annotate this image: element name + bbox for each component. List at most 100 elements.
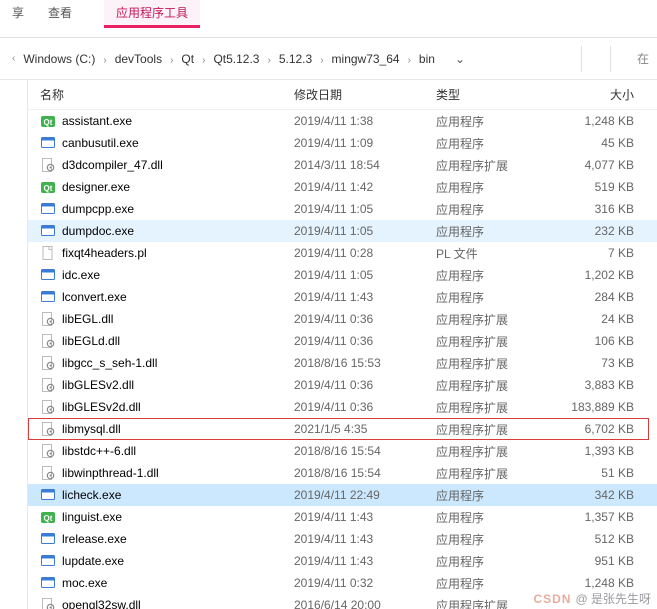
table-row[interactable]: libEGL.dll2019/4/11 0:36应用程序扩展24 KB bbox=[28, 308, 657, 330]
file-date: 2014/3/11 18:54 bbox=[294, 158, 436, 172]
table-row[interactable]: lrelease.exe2019/4/11 1:43应用程序512 KB bbox=[28, 528, 657, 550]
file-type: PL 文件 bbox=[436, 245, 552, 262]
chevron-right-icon: › bbox=[198, 55, 209, 66]
file-type: 应用程序 bbox=[436, 289, 552, 306]
dll-icon bbox=[40, 157, 56, 173]
watermark-author: @ 是张先生呀 bbox=[575, 590, 651, 607]
search-placeholder[interactable]: 在 bbox=[631, 50, 649, 67]
table-row[interactable]: libwinpthread-1.dll2018/8/16 15:54应用程序扩展… bbox=[28, 462, 657, 484]
file-name: licheck.exe bbox=[62, 488, 121, 502]
exe-icon bbox=[40, 553, 56, 569]
qt-green-icon: Qt bbox=[40, 179, 56, 195]
file-size: 519 KB bbox=[552, 180, 648, 194]
nav-tree-gutter bbox=[0, 80, 28, 609]
table-row[interactable]: Qtdesigner.exe2019/4/11 1:42应用程序519 KB bbox=[28, 176, 657, 198]
file-date: 2019/4/11 1:05 bbox=[294, 268, 436, 282]
table-row[interactable]: libgcc_s_seh-1.dll2018/8/16 15:53应用程序扩展7… bbox=[28, 352, 657, 374]
file-size: 24 KB bbox=[552, 312, 648, 326]
file-date: 2019/4/11 1:43 bbox=[294, 532, 436, 546]
file-date: 2018/8/16 15:54 bbox=[294, 466, 436, 480]
qt-green-icon: Qt bbox=[40, 509, 56, 525]
table-row[interactable]: libGLESv2d.dll2019/4/11 0:36应用程序扩展183,88… bbox=[28, 396, 657, 418]
file-size: 1,393 KB bbox=[552, 444, 648, 458]
col-size[interactable]: 大小 bbox=[552, 86, 648, 103]
refresh-icon[interactable] bbox=[590, 48, 602, 70]
file-name: lconvert.exe bbox=[62, 290, 127, 304]
file-size: 232 KB bbox=[552, 224, 648, 238]
dropdown-icon[interactable]: ⌄ bbox=[447, 52, 473, 66]
file-name: libstdc++-6.dll bbox=[62, 444, 136, 458]
file-type: 应用程序 bbox=[436, 575, 552, 592]
table-row[interactable]: dumpdoc.exe2019/4/11 1:05应用程序232 KB bbox=[28, 220, 657, 242]
table-row[interactable]: libEGLd.dll2019/4/11 0:36应用程序扩展106 KB bbox=[28, 330, 657, 352]
file-name: designer.exe bbox=[62, 180, 130, 194]
file-name: libEGL.dll bbox=[62, 312, 113, 326]
col-date[interactable]: 修改日期 bbox=[294, 86, 436, 103]
breadcrumb-item[interactable]: mingw73_64 bbox=[328, 50, 404, 68]
file-size: 512 KB bbox=[552, 532, 648, 546]
table-row[interactable]: canbusutil.exe2019/4/11 1:09应用程序45 KB bbox=[28, 132, 657, 154]
breadcrumb-item[interactable]: devTools bbox=[111, 50, 166, 68]
table-row[interactable]: libGLESv2.dll2019/4/11 0:36应用程序扩展3,883 K… bbox=[28, 374, 657, 396]
col-type[interactable]: 类型 bbox=[436, 86, 552, 103]
table-row[interactable]: libmysql.dll2021/1/5 4:35应用程序扩展6,702 KB bbox=[28, 418, 657, 440]
table-row[interactable]: Qtassistant.exe2019/4/11 1:38应用程序1,248 K… bbox=[28, 110, 657, 132]
file-type: 应用程序 bbox=[436, 553, 552, 570]
table-row[interactable]: idc.exe2019/4/11 1:05应用程序1,202 KB bbox=[28, 264, 657, 286]
dll-icon bbox=[40, 443, 56, 459]
file-size: 1,248 KB bbox=[552, 576, 648, 590]
file-type: 应用程序 bbox=[436, 509, 552, 526]
file-type: 应用程序 bbox=[436, 113, 552, 130]
column-headers[interactable]: 名称 修改日期 类型 大小 bbox=[28, 80, 657, 110]
table-row[interactable]: libstdc++-6.dll2018/8/16 15:54应用程序扩展1,39… bbox=[28, 440, 657, 462]
exe-icon bbox=[40, 289, 56, 305]
file-date: 2018/8/16 15:53 bbox=[294, 356, 436, 370]
chevron-left-icon: ‹ bbox=[8, 53, 19, 64]
file-name: fixqt4headers.pl bbox=[62, 246, 147, 260]
file-date: 2019/4/11 0:28 bbox=[294, 246, 436, 260]
file-type: 应用程序 bbox=[436, 135, 552, 152]
breadcrumb-item[interactable]: 5.12.3 bbox=[275, 50, 316, 68]
table-row[interactable]: dumpcpp.exe2019/4/11 1:05应用程序316 KB bbox=[28, 198, 657, 220]
table-row[interactable]: fixqt4headers.pl2019/4/11 0:28PL 文件7 KB bbox=[28, 242, 657, 264]
file-name: assistant.exe bbox=[62, 114, 132, 128]
table-row[interactable]: d3dcompiler_47.dll2014/3/11 18:54应用程序扩展4… bbox=[28, 154, 657, 176]
file-size: 284 KB bbox=[552, 290, 648, 304]
file-size: 45 KB bbox=[552, 136, 648, 150]
file-size: 951 KB bbox=[552, 554, 648, 568]
table-row[interactable]: lupdate.exe2019/4/11 1:43应用程序951 KB bbox=[28, 550, 657, 572]
file-name: moc.exe bbox=[62, 576, 107, 590]
breadcrumb-item[interactable]: bin bbox=[415, 50, 439, 68]
file-size: 6,702 KB bbox=[552, 422, 648, 436]
file-name: dumpdoc.exe bbox=[62, 224, 134, 238]
table-row[interactable]: lconvert.exe 2019/4/11 1:43应用程序284 KB bbox=[28, 286, 657, 308]
breadcrumb-item[interactable]: Windows (C:) bbox=[19, 50, 99, 68]
breadcrumb-item[interactable]: Qt bbox=[177, 50, 198, 68]
file-date: 2019/4/11 0:36 bbox=[294, 334, 436, 348]
table-row[interactable]: licheck.exe2019/4/11 22:49应用程序342 KB bbox=[28, 484, 657, 506]
qt-green-icon: Qt bbox=[40, 113, 56, 129]
file-date: 2019/4/11 0:36 bbox=[294, 400, 436, 414]
breadcrumb-item[interactable]: Qt5.12.3 bbox=[209, 50, 263, 68]
tab-app-tools[interactable]: 应用程序工具 bbox=[104, 0, 200, 28]
file-size: 183,889 KB bbox=[552, 400, 648, 414]
file-type: 应用程序扩展 bbox=[436, 311, 552, 328]
col-name[interactable]: 名称 bbox=[40, 86, 294, 103]
file-icon bbox=[40, 245, 56, 261]
exe-icon bbox=[40, 223, 56, 239]
csdn-logo: CSDN bbox=[533, 592, 571, 606]
file-name: libEGLd.dll bbox=[62, 334, 120, 348]
file-name: lrelease.exe bbox=[62, 532, 127, 546]
svg-text:Qt: Qt bbox=[44, 184, 53, 193]
file-size: 4,077 KB bbox=[552, 158, 648, 172]
file-date: 2019/4/11 1:43 bbox=[294, 290, 436, 304]
table-row[interactable]: Qtlinguist.exe2019/4/11 1:43应用程序1,357 KB bbox=[28, 506, 657, 528]
search-icon[interactable] bbox=[619, 48, 631, 70]
file-date: 2019/4/11 1:05 bbox=[294, 224, 436, 238]
svg-text:Qt: Qt bbox=[44, 118, 53, 127]
file-date: 2021/1/5 4:35 bbox=[294, 422, 436, 436]
file-date: 2019/4/11 1:43 bbox=[294, 510, 436, 524]
tab-share[interactable]: 享 bbox=[0, 0, 36, 25]
file-type: 应用程序扩展 bbox=[436, 157, 552, 174]
tab-view[interactable]: 查看 bbox=[36, 0, 84, 25]
